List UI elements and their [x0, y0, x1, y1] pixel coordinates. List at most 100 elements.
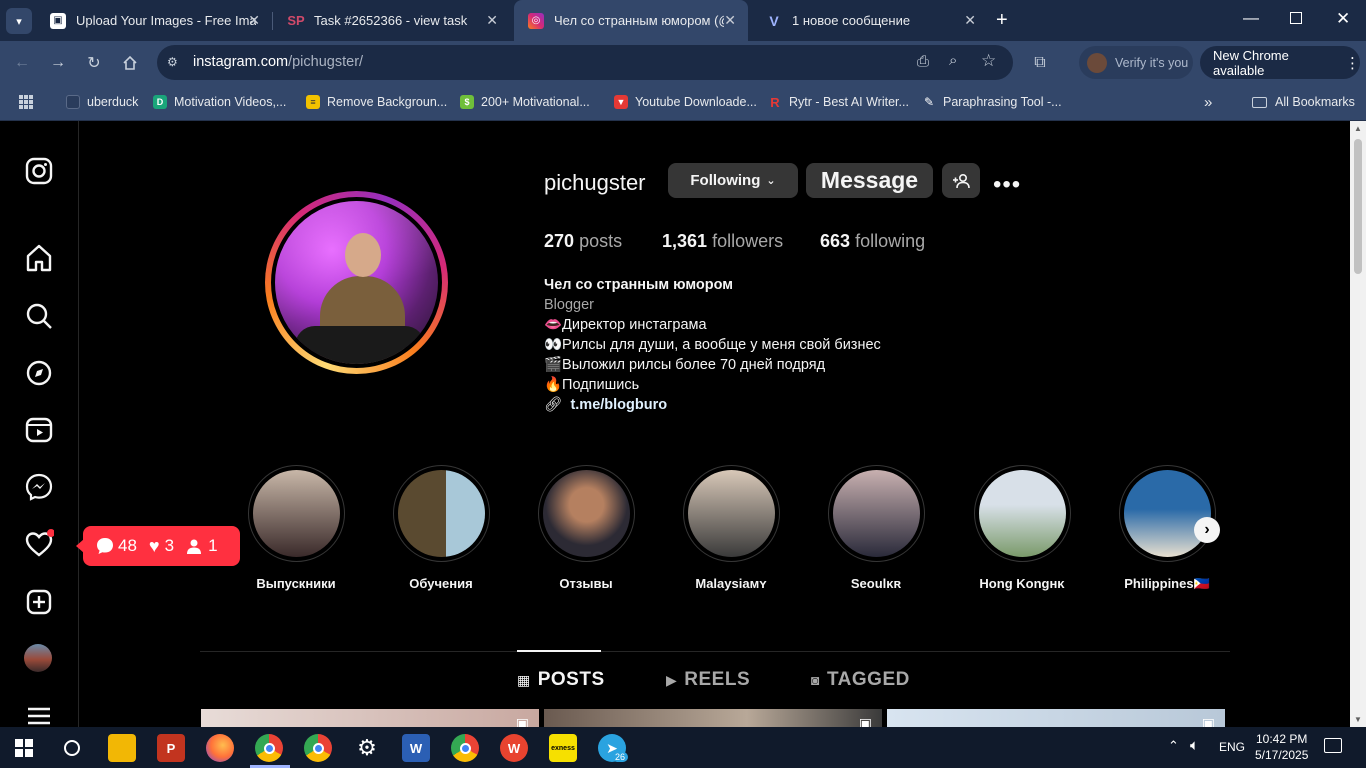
more-menu-icon[interactable]: ⋮: [1345, 54, 1360, 72]
close-icon[interactable]: ✕: [486, 12, 498, 29]
notifications-heart-icon[interactable]: [24, 529, 55, 559]
explore-compass-icon[interactable]: [24, 358, 54, 388]
word-icon[interactable]: W: [402, 734, 430, 762]
browser-tab[interactable]: SP Task #2652366 - view task ✕: [274, 0, 510, 41]
more-options-icon[interactable]: •••: [993, 171, 1021, 199]
profile-avatar[interactable]: [24, 644, 54, 674]
bookmark-item[interactable]: R Rytr - Best AI Writer...: [768, 92, 909, 112]
story-highlight[interactable]: Hong Kongʜᴋ: [962, 465, 1082, 591]
post-thumbnail[interactable]: ▣: [887, 709, 1225, 727]
bookmark-item[interactable]: ≡ Remove Backgroun...: [306, 92, 447, 112]
bookmark-item[interactable]: ▼ Youtube Downloade...: [614, 92, 757, 112]
story-highlight[interactable]: Обучения: [381, 465, 501, 591]
app-p-icon[interactable]: P: [157, 734, 185, 762]
new-tab-button[interactable]: +: [996, 9, 1008, 32]
profile-picture: [271, 197, 442, 368]
browser-tab[interactable]: V 1 новое сообщение ✕: [752, 0, 988, 41]
v-icon: V: [769, 12, 779, 29]
followers-count[interactable]: 1,361 followers: [662, 231, 783, 252]
bookmark-item[interactable]: ✎ Paraphrasing Tool -...: [922, 92, 1062, 112]
notification-center-icon[interactable]: [1324, 738, 1342, 753]
chrome-icon[interactable]: [304, 734, 332, 762]
bio-link[interactable]: 🔗︎ t.me/blogburo: [544, 395, 881, 415]
exness-icon[interactable]: exness: [549, 734, 577, 762]
restore-button[interactable]: [1290, 12, 1302, 24]
home-icon[interactable]: [24, 243, 54, 273]
notification-summary-popup[interactable]: 48 ♥ 3 1: [76, 526, 240, 566]
close-icon[interactable]: ✕: [724, 12, 736, 29]
bookmark-item[interactable]: D Motivation Videos,...: [153, 92, 286, 112]
bookmark-item[interactable]: $200+ Motivational...: [460, 92, 590, 112]
browser-tab[interactable]: ▣ Upload Your Images - Free Ima ✕: [36, 0, 272, 41]
volume-icon[interactable]: 🔈︎: [1190, 737, 1199, 754]
extensions-icon[interactable]: ⧉: [1028, 51, 1052, 75]
tab-reels[interactable]: ▶ REELS: [666, 669, 750, 691]
search-icon[interactable]: [24, 301, 54, 331]
bookmark-item[interactable]: uberduck: [66, 92, 138, 112]
suggested-accounts-button[interactable]: [942, 163, 980, 198]
bookmark-star-icon[interactable]: ☆: [981, 51, 996, 71]
following-button[interactable]: Following ⌄: [668, 163, 798, 198]
story-highlight[interactable]: Seoulᴋʀ: [816, 465, 936, 591]
chrome-profile-icon[interactable]: [255, 734, 283, 762]
close-window-button[interactable]: ✕: [1336, 9, 1350, 29]
reload-button[interactable]: ↻: [82, 51, 106, 75]
story-highlight[interactable]: Malaysiaᴍʏ: [671, 465, 791, 591]
story-highlight[interactable]: Отзывы: [526, 465, 646, 591]
posts-count[interactable]: 270 posts: [544, 231, 622, 252]
post-thumbnail[interactable]: ▣: [544, 709, 882, 727]
create-plus-icon[interactable]: [24, 587, 54, 617]
following-count[interactable]: 663 following: [820, 231, 925, 252]
site-info-icon[interactable]: ⚙: [167, 55, 178, 69]
all-bookmarks-button[interactable]: All Bookmarks: [1252, 92, 1355, 112]
wps-office-icon[interactable]: W: [500, 734, 528, 762]
tab-search-button[interactable]: ▾: [6, 8, 32, 34]
scroll-down-arrow-icon[interactable]: ▼: [1354, 715, 1362, 724]
scrollbar-thumb[interactable]: [1354, 139, 1362, 274]
close-icon[interactable]: ✕: [248, 12, 260, 29]
close-icon[interactable]: ✕: [964, 12, 976, 29]
scroll-up-arrow-icon[interactable]: ▲: [1354, 124, 1362, 133]
grid-icon: ▦: [517, 671, 531, 688]
instagram-logo-icon[interactable]: [24, 156, 54, 186]
comment-count: 48: [118, 536, 137, 555]
back-button[interactable]: ←: [10, 51, 34, 75]
minimize-button[interactable]: —: [1243, 10, 1259, 28]
firefox-icon[interactable]: [206, 734, 234, 762]
zoom-icon[interactable]: ⌕: [949, 52, 957, 69]
more-menu-icon[interactable]: [24, 701, 54, 727]
more-bookmarks-chevron-icon[interactable]: »: [1204, 92, 1212, 112]
settings-gear-icon[interactable]: ⚙: [353, 734, 381, 762]
new-chrome-available-button[interactable]: New Chrome available ⋮: [1200, 46, 1360, 79]
messenger-icon[interactable]: [24, 472, 54, 502]
browser-tab-active[interactable]: ◎ Чел со странным юмором (@p ✕: [514, 0, 748, 41]
file-explorer-icon[interactable]: [108, 734, 136, 762]
profile-picture-story-ring[interactable]: [265, 191, 448, 374]
story-highlight[interactable]: Выпускники: [236, 465, 356, 591]
home-button[interactable]: [118, 51, 142, 75]
message-button[interactable]: Message: [806, 163, 933, 198]
forward-button[interactable]: →: [46, 51, 70, 75]
reels-icon[interactable]: [24, 415, 54, 445]
address-bar[interactable]: ⚙ instagram.com/pichugster/ ⎙ ⌕ ☆: [157, 45, 1013, 80]
highlight-cover: [687, 470, 775, 557]
windows-start-icon[interactable]: [10, 734, 38, 762]
post-thumbnail[interactable]: ▣: [201, 709, 539, 727]
heart-icon: ♥: [148, 535, 160, 556]
page-scrollbar[interactable]: ▲ ▼: [1350, 121, 1366, 727]
search-circle-icon[interactable]: [58, 734, 86, 762]
highlight-cover: [978, 470, 1066, 557]
reels-icon: ▶: [666, 671, 678, 688]
verify-profile-button[interactable]: Verify it's you: [1079, 46, 1193, 79]
highlights-next-arrow-icon[interactable]: ›: [1194, 517, 1220, 543]
input-language[interactable]: ENG: [1219, 740, 1245, 754]
install-app-icon[interactable]: ⎙: [917, 53, 929, 70]
bookmark-favicon: ▼: [614, 95, 628, 109]
tab-posts[interactable]: ▦ POSTS: [517, 669, 605, 691]
comment-bubble-icon: [97, 538, 113, 554]
tray-chevron-up-icon[interactable]: ⌃: [1168, 738, 1179, 754]
chrome-icon[interactable]: [451, 734, 479, 762]
system-clock[interactable]: 10:42 PM 5/17/2025: [1255, 731, 1308, 763]
apps-grid-icon[interactable]: [18, 92, 34, 112]
tab-tagged[interactable]: ◙ TAGGED: [811, 669, 910, 691]
